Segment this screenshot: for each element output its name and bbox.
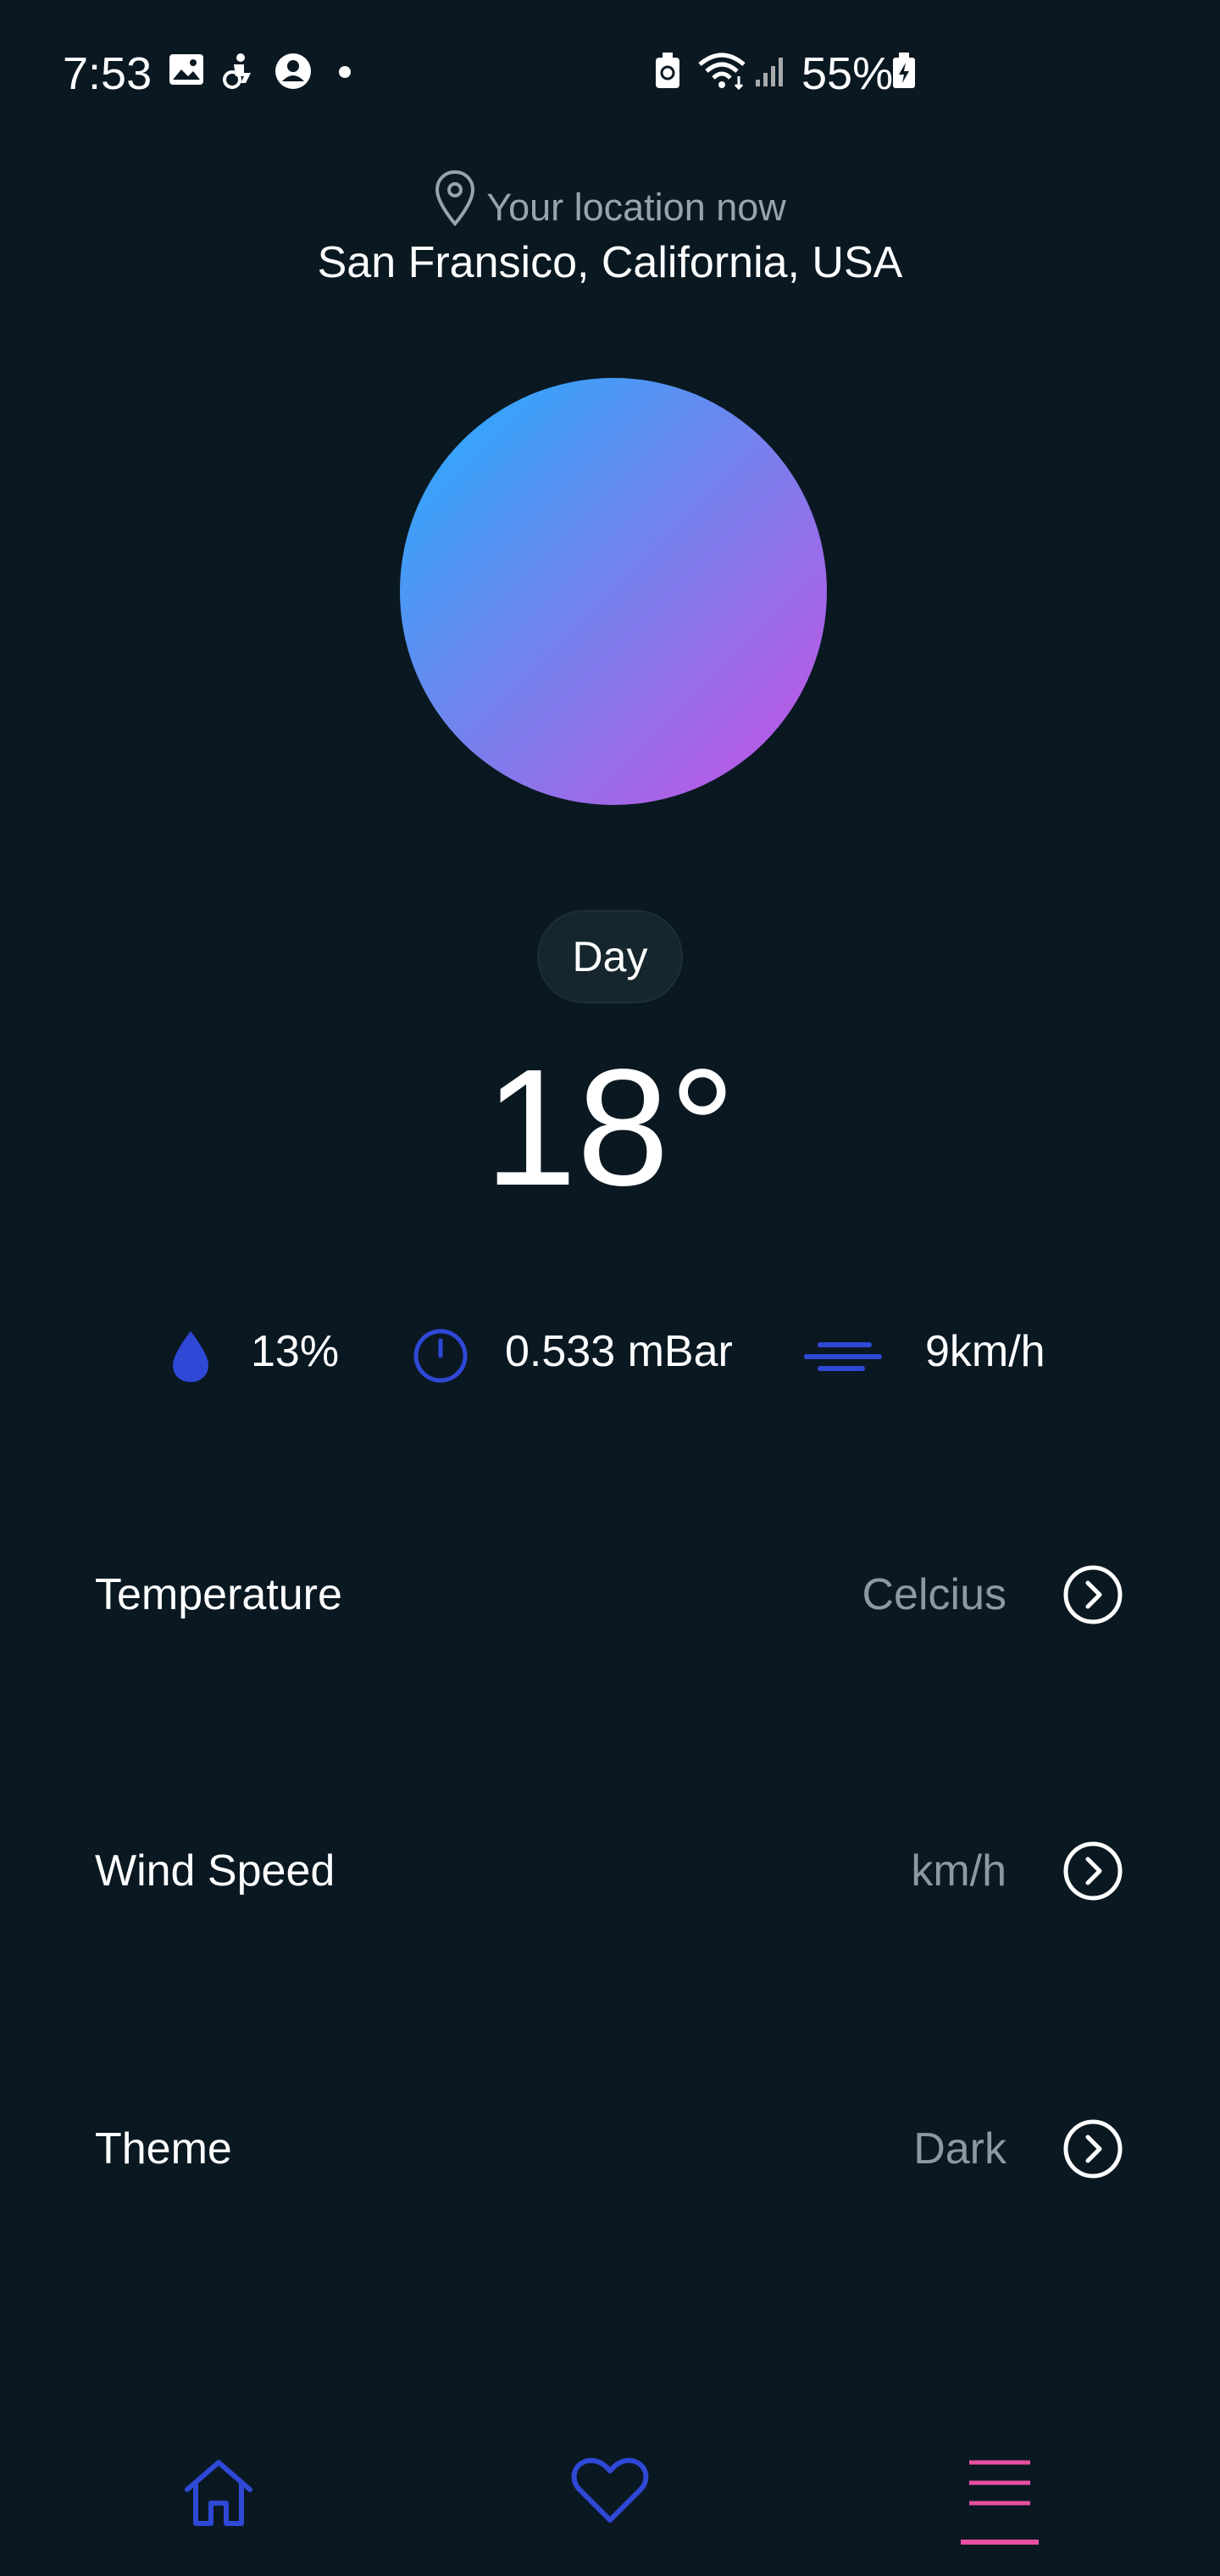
humidity-drop-icon [169,1330,212,1388]
account-icon [274,53,312,94]
settings-screen: 7:53 55% Your location now San Fransico,… [0,0,1220,2576]
status-battery: 55% [801,48,894,99]
setting-row-theme[interactable]: Theme Dark [95,2098,1123,2200]
setting-value: Dark [913,2124,1006,2174]
status-bar: 7:53 55% [0,0,1220,144]
setting-label: Wind Speed [95,1846,336,1896]
humidity-value: 13% [251,1327,340,1376]
weather-orb [400,378,827,805]
setting-label: Theme [95,2124,232,2174]
wind-value: 9km/h [925,1327,1045,1376]
humidity-metric: 13% [169,1322,340,1382]
setting-value: km/h [911,1846,1006,1896]
setting-row-wind-speed[interactable]: Wind Speed km/h [95,1820,1123,1922]
bottom-nav [0,2407,1220,2576]
setting-label: Temperature [95,1570,342,1619]
location-pin-icon [434,169,476,236]
nav-menu-button[interactable] [940,2457,1059,2576]
wind-metric: 9km/h [803,1322,1045,1381]
gallery-icon [168,53,205,91]
favorites-heart-icon [571,2457,649,2529]
setting-value: Celcius [862,1570,1007,1619]
chevron-right-icon[interactable] [1062,2118,1123,2179]
nav-favorites-button[interactable] [551,2457,669,2576]
battery-saver-icon [654,53,681,94]
location-hint: Your location now [0,169,1220,236]
status-time: 7:53 [63,48,152,99]
chevron-right-icon[interactable] [1062,1564,1123,1625]
chevron-right-icon[interactable] [1062,1840,1123,1901]
current-temperature: 18° [484,1035,736,1220]
wifi-icon [696,51,749,96]
wind-icon [803,1338,883,1380]
location-hint-text: Your location now [486,186,786,229]
pressure-metric: 0.533 mBar [412,1322,733,1382]
dot-icon [339,66,351,82]
battery-icon [891,53,917,94]
day-period-badge: Day [537,910,683,1003]
pressure-gauge-icon [412,1327,469,1389]
nav-home-button[interactable] [159,2457,278,2576]
setting-row-temperature[interactable]: Temperature Celcius [95,1544,1123,1646]
signal-icon [754,54,788,92]
pressure-value: 0.533 mBar [505,1327,733,1376]
menu-icon [957,2457,1042,2557]
location-city: San Fransico, California, USA [317,238,903,287]
accessibility-icon [222,53,256,94]
home-icon [180,2457,257,2533]
